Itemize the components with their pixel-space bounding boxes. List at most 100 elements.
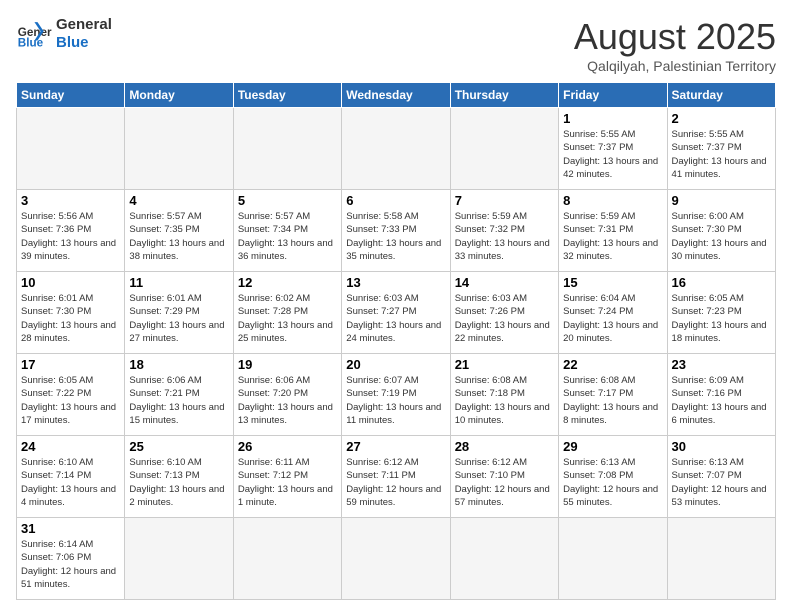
calendar-cell: 30 Sunrise: 6:13 AM Sunset: 7:07 PM Dayli… (667, 436, 775, 518)
day-info: Sunrise: 6:06 AM Sunset: 7:21 PM Dayligh… (129, 374, 228, 427)
day-info: Sunrise: 5:58 AM Sunset: 7:33 PM Dayligh… (346, 210, 445, 263)
day-header-tuesday: Tuesday (233, 83, 341, 108)
day-number: 8 (563, 193, 662, 208)
day-info: Sunrise: 5:55 AM Sunset: 7:37 PM Dayligh… (563, 128, 662, 181)
day-info: Sunrise: 6:05 AM Sunset: 7:23 PM Dayligh… (672, 292, 771, 345)
day-info: Sunrise: 5:57 AM Sunset: 7:34 PM Dayligh… (238, 210, 337, 263)
calendar-cell: 17Sunrise: 6:05 AM Sunset: 7:22 PM Dayli… (17, 354, 125, 436)
day-number: 7 (455, 193, 554, 208)
calendar-cell (17, 108, 125, 190)
day-number: 2 (672, 111, 771, 126)
day-info: Sunrise: 6:04 AM Sunset: 7:24 PM Dayligh… (563, 292, 662, 345)
day-info: Sunrise: 6:14 AM Sunset: 7:06 PM Dayligh… (21, 538, 120, 591)
calendar-cell: 24Sunrise: 6:10 AM Sunset: 7:14 PM Dayli… (17, 436, 125, 518)
location: Qalqilyah, Palestinian Territory (574, 58, 776, 74)
day-number: 1 (563, 111, 662, 126)
calendar-cell: 8 Sunrise: 5:59 AM Sunset: 7:31 PM Daylig… (559, 190, 667, 272)
svg-text:Blue: Blue (18, 37, 44, 50)
day-number: 15 (563, 275, 662, 290)
day-info: Sunrise: 6:02 AM Sunset: 7:28 PM Dayligh… (238, 292, 337, 345)
calendar-cell: 5Sunrise: 5:57 AM Sunset: 7:34 PM Daylig… (233, 190, 341, 272)
day-info: Sunrise: 6:00 AM Sunset: 7:30 PM Dayligh… (672, 210, 771, 263)
calendar-header-row: SundayMondayTuesdayWednesdayThursdayFrid… (17, 83, 776, 108)
day-number: 11 (129, 275, 228, 290)
week-row-3: 10Sunrise: 6:01 AM Sunset: 7:30 PM Dayli… (17, 272, 776, 354)
calendar-cell (450, 518, 558, 600)
day-info: Sunrise: 6:01 AM Sunset: 7:29 PM Dayligh… (129, 292, 228, 345)
calendar-cell (125, 108, 233, 190)
day-number: 19 (238, 357, 337, 372)
day-number: 25 (129, 439, 228, 454)
day-info: Sunrise: 5:57 AM Sunset: 7:35 PM Dayligh… (129, 210, 228, 263)
page-header: General Blue General Blue August 2025 Qa… (16, 16, 776, 74)
day-header-friday: Friday (559, 83, 667, 108)
day-info: Sunrise: 6:13 AM Sunset: 7:08 PM Dayligh… (563, 456, 662, 509)
day-header-saturday: Saturday (667, 83, 775, 108)
day-info: Sunrise: 6:03 AM Sunset: 7:26 PM Dayligh… (455, 292, 554, 345)
day-number: 18 (129, 357, 228, 372)
calendar-cell: 12 Sunrise: 6:02 AM Sunset: 7:28 PM Dayli… (233, 272, 341, 354)
calendar-cell (233, 518, 341, 600)
week-row-4: 17Sunrise: 6:05 AM Sunset: 7:22 PM Dayli… (17, 354, 776, 436)
week-row-5: 24Sunrise: 6:10 AM Sunset: 7:14 PM Dayli… (17, 436, 776, 518)
week-row-2: 3Sunrise: 5:56 AM Sunset: 7:36 PM Daylig… (17, 190, 776, 272)
day-number: 30 (672, 439, 771, 454)
day-info: Sunrise: 6:07 AM Sunset: 7:19 PM Dayligh… (346, 374, 445, 427)
day-number: 16 (672, 275, 771, 290)
day-info: Sunrise: 6:01 AM Sunset: 7:30 PM Dayligh… (21, 292, 120, 345)
day-number: 9 (672, 193, 771, 208)
calendar-cell (125, 518, 233, 600)
logo-icon: General Blue (16, 16, 52, 52)
day-info: Sunrise: 6:03 AM Sunset: 7:27 PM Dayligh… (346, 292, 445, 345)
day-info: Sunrise: 5:55 AM Sunset: 7:37 PM Dayligh… (672, 128, 771, 181)
calendar-cell (233, 108, 341, 190)
day-info: Sunrise: 5:56 AM Sunset: 7:36 PM Dayligh… (21, 210, 120, 263)
calendar-cell: 9 Sunrise: 6:00 AM Sunset: 7:30 PM Daylig… (667, 190, 775, 272)
calendar-cell (559, 518, 667, 600)
day-info: Sunrise: 6:11 AM Sunset: 7:12 PM Dayligh… (238, 456, 337, 509)
calendar-cell (667, 518, 775, 600)
calendar-cell: 6 Sunrise: 5:58 AM Sunset: 7:33 PM Daylig… (342, 190, 450, 272)
calendar-cell: 18 Sunrise: 6:06 AM Sunset: 7:21 PM Dayli… (125, 354, 233, 436)
calendar-table: SundayMondayTuesdayWednesdayThursdayFrid… (16, 82, 776, 600)
day-number: 31 (21, 521, 120, 536)
calendar-cell: 19 Sunrise: 6:06 AM Sunset: 7:20 PM Dayli… (233, 354, 341, 436)
day-info: Sunrise: 6:13 AM Sunset: 7:07 PM Dayligh… (672, 456, 771, 509)
calendar-cell: 3Sunrise: 5:56 AM Sunset: 7:36 PM Daylig… (17, 190, 125, 272)
day-number: 6 (346, 193, 445, 208)
day-info: Sunrise: 6:08 AM Sunset: 7:18 PM Dayligh… (455, 374, 554, 427)
calendar-cell: 20 Sunrise: 6:07 AM Sunset: 7:19 PM Dayli… (342, 354, 450, 436)
day-number: 28 (455, 439, 554, 454)
day-number: 26 (238, 439, 337, 454)
calendar-cell (342, 108, 450, 190)
title-section: August 2025 Qalqilyah, Palestinian Terri… (574, 16, 776, 74)
calendar-cell: 23Sunrise: 6:09 AM Sunset: 7:16 PM Dayli… (667, 354, 775, 436)
day-number: 13 (346, 275, 445, 290)
day-header-sunday: Sunday (17, 83, 125, 108)
calendar-cell: 27 Sunrise: 6:12 AM Sunset: 7:11 PM Dayli… (342, 436, 450, 518)
calendar-cell: 13 Sunrise: 6:03 AM Sunset: 7:27 PM Dayli… (342, 272, 450, 354)
week-row-6: 31 Sunrise: 6:14 AM Sunset: 7:06 PM Dayli… (17, 518, 776, 600)
day-info: Sunrise: 6:12 AM Sunset: 7:11 PM Dayligh… (346, 456, 445, 509)
day-number: 29 (563, 439, 662, 454)
day-header-thursday: Thursday (450, 83, 558, 108)
calendar-cell: 14 Sunrise: 6:03 AM Sunset: 7:26 PM Dayli… (450, 272, 558, 354)
day-info: Sunrise: 5:59 AM Sunset: 7:32 PM Dayligh… (455, 210, 554, 263)
calendar-cell: 21 Sunrise: 6:08 AM Sunset: 7:18 PM Dayli… (450, 354, 558, 436)
day-number: 20 (346, 357, 445, 372)
day-number: 4 (129, 193, 228, 208)
calendar-cell: 15 Sunrise: 6:04 AM Sunset: 7:24 PM Dayli… (559, 272, 667, 354)
day-info: Sunrise: 6:08 AM Sunset: 7:17 PM Dayligh… (563, 374, 662, 427)
day-info: Sunrise: 5:59 AM Sunset: 7:31 PM Dayligh… (563, 210, 662, 263)
calendar-cell: 10Sunrise: 6:01 AM Sunset: 7:30 PM Dayli… (17, 272, 125, 354)
day-number: 21 (455, 357, 554, 372)
day-number: 14 (455, 275, 554, 290)
calendar-cell (450, 108, 558, 190)
day-number: 12 (238, 275, 337, 290)
calendar-cell: 16 Sunrise: 6:05 AM Sunset: 7:23 PM Dayli… (667, 272, 775, 354)
day-info: Sunrise: 6:06 AM Sunset: 7:20 PM Dayligh… (238, 374, 337, 427)
calendar-cell: 31 Sunrise: 6:14 AM Sunset: 7:06 PM Dayli… (17, 518, 125, 600)
day-number: 27 (346, 439, 445, 454)
logo: General Blue General Blue (16, 16, 112, 52)
calendar-cell: 2 Sunrise: 5:55 AM Sunset: 7:37 PM Daylig… (667, 108, 775, 190)
